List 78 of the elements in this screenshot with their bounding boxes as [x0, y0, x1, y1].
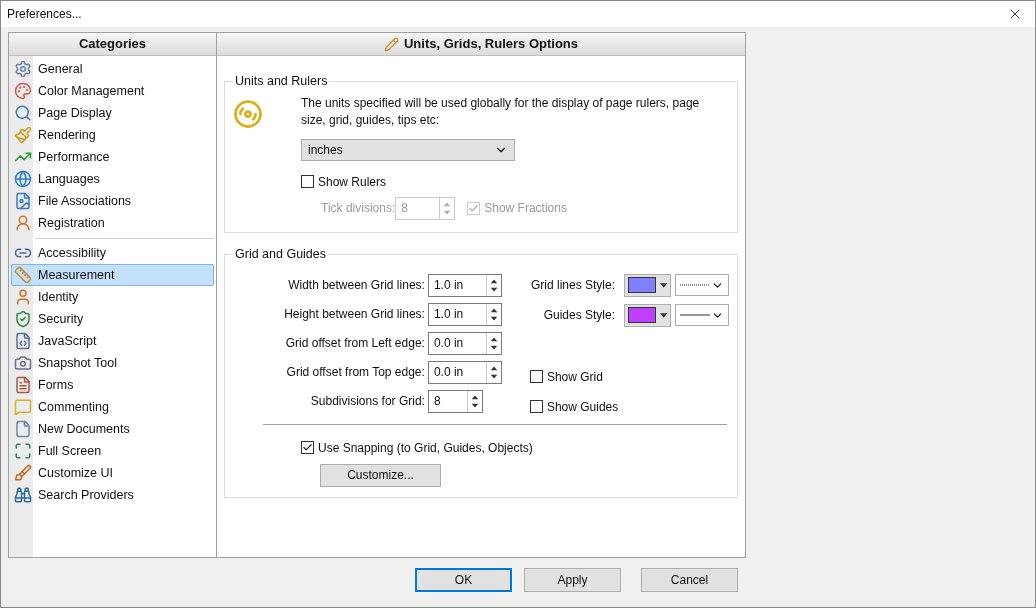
ruler-icon — [14, 266, 32, 284]
document-icon — [14, 420, 32, 438]
palette-icon — [14, 82, 32, 100]
field-label: Grid offset from Top edge: — [286, 364, 425, 382]
category-item[interactable]: Identity — [11, 286, 214, 308]
categories-header: Categories — [9, 33, 216, 56]
category-item[interactable]: Snapshot Tool — [11, 352, 214, 374]
field-label: Height between Grid lines: — [284, 306, 425, 324]
dialog-button[interactable]: Apply — [524, 568, 621, 592]
line-style-icon — [680, 284, 710, 287]
window-title: Preferences... — [7, 6, 82, 23]
spin-field[interactable]: 1.0 in — [427, 302, 502, 326]
field-label: Tick divisions: — [321, 200, 396, 218]
units-dropdown[interactable]: inches — [301, 138, 515, 161]
line-style-icon — [680, 314, 710, 317]
checkbox[interactable] — [529, 400, 543, 414]
panel-header: Units, Grids, Rulers Options — [217, 33, 745, 56]
spin-field[interactable]: 0.0 in — [427, 331, 502, 355]
category-item[interactable]: Search Providers — [11, 484, 214, 506]
globe-icon — [14, 170, 32, 188]
checkbox-label: Show Fractions — [484, 200, 567, 218]
dialog-button[interactable]: OK — [415, 568, 512, 592]
checkbox-label: Show Grid — [546, 368, 603, 386]
form-icon — [14, 376, 32, 394]
camera-icon — [14, 354, 32, 372]
category-item[interactable]: Page Display — [11, 102, 214, 124]
spin-field[interactable]: 0.0 in — [427, 360, 502, 384]
caret-icon — [659, 282, 667, 288]
checkbox[interactable] — [529, 370, 543, 384]
category-item[interactable]: Registration — [11, 212, 214, 234]
units-description: The units specified will be used globally for the display of page rulers, page size, grid, guides, tips etc: — [301, 94, 701, 129]
checkbox-label: Show Rulers — [318, 173, 387, 191]
paintbrush-icon — [14, 126, 32, 144]
color-picker[interactable] — [624, 303, 671, 327]
category-item[interactable]: Performance — [11, 146, 214, 168]
pencil-icon — [383, 36, 399, 52]
spin-field[interactable]: 8 — [427, 389, 483, 413]
group-title: Grid and Guides — [234, 246, 328, 263]
category-item[interactable]: Accessibility — [11, 242, 214, 264]
checkbox[interactable] — [301, 441, 314, 455]
category-item[interactable]: Measurement — [11, 264, 214, 286]
field-label: Grid lines Style: — [530, 277, 615, 295]
fullscreen-icon — [14, 442, 32, 460]
category-item[interactable]: JavaScript — [11, 330, 214, 352]
field-label: Grid offset from Left edge: — [285, 335, 425, 353]
category-item[interactable]: General — [11, 58, 214, 80]
category-item[interactable]: New Documents — [11, 418, 214, 440]
binoculars-icon — [14, 486, 32, 504]
field-label: Guides Style: — [543, 307, 615, 325]
magnifier-icon — [14, 104, 32, 122]
user-icon — [14, 214, 32, 232]
checkbox-label: Use Snapping (to Grid, Guides, Objects) — [318, 439, 533, 457]
category-item[interactable]: Customize UI — [11, 462, 214, 484]
category-item[interactable]: Color Management — [11, 80, 214, 102]
category-item[interactable]: Rendering — [11, 124, 214, 146]
shield-icon — [14, 310, 32, 328]
checkbox[interactable] — [301, 175, 314, 189]
code-file-icon — [14, 332, 32, 350]
caret-icon — [659, 312, 667, 318]
comment-icon — [14, 398, 32, 416]
dialog-button[interactable]: Cancel — [641, 568, 738, 592]
gear-icon — [14, 60, 32, 78]
field-label: Width between Grid lines: — [288, 277, 425, 295]
category-item[interactable]: Full Screen — [11, 440, 214, 462]
image-file-icon — [14, 192, 32, 210]
category-item[interactable]: Security — [11, 308, 214, 330]
category-item[interactable]: Forms — [11, 374, 214, 396]
spin-field[interactable]: 1.0 in — [427, 273, 502, 297]
customize-button[interactable]: Customize... — [320, 463, 441, 487]
category-item[interactable]: Commenting — [11, 396, 214, 418]
category-item[interactable]: Languages — [11, 168, 214, 190]
category-item[interactable]: File Associations — [11, 190, 214, 212]
field-label: Subdivisions for Grid: — [310, 393, 425, 411]
brush-icon — [14, 464, 32, 482]
color-picker[interactable] — [624, 273, 671, 297]
user-icon — [14, 288, 32, 306]
checkbox-label: Show Guides — [546, 398, 619, 416]
group-title: Units and Rulers — [234, 73, 329, 90]
